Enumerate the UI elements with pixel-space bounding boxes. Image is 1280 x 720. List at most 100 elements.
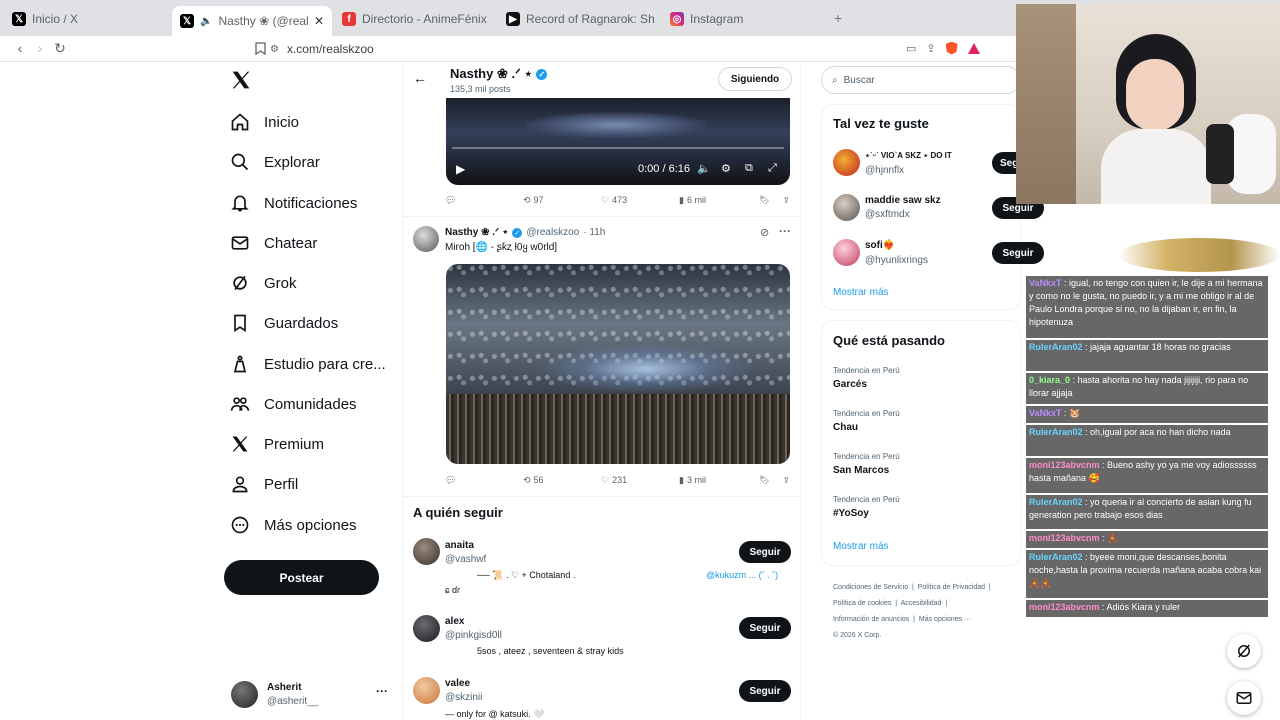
- avatar[interactable]: [413, 615, 440, 642]
- video-progress-bar[interactable]: [452, 147, 784, 149]
- avatar[interactable]: [833, 149, 860, 176]
- user-bio-mention[interactable]: @kukuzm ... (˘ . ˘): [706, 570, 778, 580]
- nav-item-guardados[interactable]: Guardados: [230, 308, 338, 338]
- user-handle[interactable]: @pinkgisd0ll: [445, 630, 502, 641]
- footer-link[interactable]: Política de Privacidad: [918, 584, 985, 591]
- share-icon[interactable]: ⇪: [926, 42, 935, 55]
- forward-arrow-icon[interactable]: ›: [32, 40, 48, 56]
- nav-item-grok[interactable]: Grok: [230, 268, 297, 298]
- chat-username: moni123abvcnm: [1029, 533, 1100, 543]
- user-name[interactable]: sofi❤️‍🔥: [865, 240, 895, 251]
- video-player[interactable]: ▶ 0:00 / 6:16 🔈 ⚙ ⧉ ⤢: [446, 98, 790, 185]
- browser-tab-1[interactable]: 𝕏 Inicio / X: [12, 8, 162, 30]
- reply-icon[interactable]: 💬︎: [445, 195, 523, 206]
- grok-float-button[interactable]: [1227, 634, 1261, 668]
- nav-item-estudio[interactable]: Estudio para cre...: [230, 349, 386, 379]
- footer-link[interactable]: Condiciones de Servicio: [833, 584, 908, 591]
- url-field[interactable]: ⚙ x.com/realskzoo: [270, 40, 990, 58]
- back-arrow-icon[interactable]: ←: [413, 70, 427, 86]
- trend-topic[interactable]: Chau: [833, 422, 858, 433]
- nav-item-notificaciones[interactable]: Notificaciones: [230, 188, 357, 218]
- nav-item-comunidades[interactable]: Comunidades: [230, 389, 357, 419]
- user-name[interactable]: anaita: [445, 540, 474, 551]
- retweet-button[interactable]: ⟲ 97: [523, 195, 601, 206]
- follow-button[interactable]: Seguir: [739, 541, 791, 563]
- views-button[interactable]: ▮ 3 mil: [679, 475, 757, 486]
- search-box[interactable]: ⌕ Buscar: [821, 66, 1021, 94]
- follow-button[interactable]: Seguir: [739, 680, 791, 702]
- nav-item-premium[interactable]: Premium: [230, 429, 324, 459]
- site-info-icon[interactable]: ⚙: [270, 44, 279, 55]
- bookmark-icon[interactable]: 🔖︎: [759, 475, 770, 486]
- settings-gear-icon[interactable]: ⚙: [721, 162, 731, 175]
- share-icon[interactable]: ⇪: [782, 475, 790, 486]
- user-handle[interactable]: @sxftmdx: [865, 209, 910, 220]
- user-handle[interactable]: @hjnnflx: [865, 165, 904, 176]
- post-author-handle[interactable]: @realskzoo: [526, 227, 579, 238]
- nav-item-explorar[interactable]: Explorar: [230, 147, 320, 177]
- avatar[interactable]: [833, 239, 860, 266]
- follow-button[interactable]: Seguir: [739, 617, 791, 639]
- nav-item-inicio[interactable]: Inicio: [230, 107, 299, 137]
- grok-icon[interactable]: ⊘: [760, 226, 769, 239]
- browser-tab-5[interactable]: ◎ Instagram: [670, 8, 820, 30]
- new-tab-button[interactable]: +: [834, 10, 842, 26]
- post-button[interactable]: Postear: [224, 560, 379, 595]
- reload-icon[interactable]: ↻: [52, 40, 68, 56]
- avatar[interactable]: [833, 194, 860, 221]
- bookmark-page-icon[interactable]: [252, 40, 268, 56]
- post-author-name[interactable]: Nasthy ❀ .ᐟ ⋆: [445, 227, 508, 238]
- back-arrow-icon[interactable]: ‹: [12, 40, 28, 56]
- footer-link[interactable]: Política de cookies: [833, 600, 891, 607]
- user-name[interactable]: ⋆˙ᵕ˙ VIO`A SKZ ⋆ DO IT: [865, 151, 952, 160]
- footer-link[interactable]: Accesibilidad: [901, 600, 942, 607]
- brave-rewards-icon[interactable]: [967, 42, 980, 54]
- user-handle[interactable]: @skzinii: [445, 692, 482, 703]
- concert-photo[interactable]: [446, 264, 790, 464]
- footer-links: Condiciones de Servicio | Política de Pr…: [833, 584, 991, 639]
- footer-link[interactable]: Información de anuncios: [833, 616, 909, 623]
- post-time[interactable]: · 11h: [583, 227, 605, 238]
- user-handle[interactable]: @vashwf: [445, 554, 486, 565]
- views-button[interactable]: ▮ 6 mil: [679, 195, 757, 206]
- brave-shield-icon[interactable]: [945, 41, 958, 55]
- more-dots-icon[interactable]: ···: [779, 224, 791, 238]
- retweet-button[interactable]: ⟲ 56: [523, 475, 601, 486]
- x-logo-icon[interactable]: [231, 70, 253, 92]
- bookmark-icon[interactable]: 🔖︎: [759, 195, 770, 206]
- account-switcher[interactable]: Asherit @asherit__ ···: [231, 681, 391, 709]
- trend-topic[interactable]: #YoSoy: [833, 508, 869, 519]
- avatar[interactable]: [413, 226, 439, 252]
- footer-link[interactable]: Más opciones ···: [919, 616, 971, 623]
- reply-icon[interactable]: 💬︎: [445, 475, 523, 486]
- browser-tab-3[interactable]: f Directorio - AnimeFénix: [342, 8, 492, 30]
- play-icon[interactable]: ▶: [456, 162, 465, 176]
- more-dots-icon[interactable]: ···: [376, 684, 388, 698]
- volume-icon[interactable]: 🔈: [697, 162, 711, 175]
- messages-float-button[interactable]: [1227, 681, 1261, 715]
- user-handle[interactable]: @hyunlixrings: [865, 255, 928, 266]
- share-icon[interactable]: ⇪: [782, 195, 790, 206]
- show-more-link[interactable]: Mostrar más: [833, 541, 889, 552]
- user-name[interactable]: valee: [445, 678, 470, 689]
- browser-tab-2-active[interactable]: 𝕏 🔈 Nasthy ❀ (@realskzoo) / X ✕: [172, 6, 332, 36]
- like-button[interactable]: ♡ 231: [601, 475, 679, 486]
- like-button[interactable]: ♡ 473: [601, 195, 679, 206]
- pip-icon[interactable]: ⧉: [745, 162, 753, 175]
- nav-item-mas-opciones[interactable]: Más opciones: [230, 510, 357, 540]
- nav-item-chatear[interactable]: Chatear: [230, 228, 317, 258]
- user-name[interactable]: maddie saw skz: [865, 195, 941, 206]
- avatar[interactable]: [413, 538, 440, 565]
- trend-topic[interactable]: Garcés: [833, 379, 867, 390]
- user-name[interactable]: alex: [445, 616, 464, 627]
- show-more-link[interactable]: Mostrar más: [833, 287, 889, 298]
- browser-tab-4[interactable]: ▶ Record of Ragnarok: Shuumatsu no: [506, 8, 654, 30]
- cast-icon[interactable]: ▭: [906, 42, 916, 55]
- following-button[interactable]: Siguiendo: [718, 67, 792, 91]
- fullscreen-icon[interactable]: ⤢: [768, 162, 777, 175]
- follow-button[interactable]: Seguir: [992, 242, 1044, 264]
- trend-topic[interactable]: San Marcos: [833, 465, 889, 476]
- nav-item-perfil[interactable]: Perfil: [230, 469, 298, 499]
- close-tab-icon[interactable]: ✕: [314, 14, 324, 28]
- avatar[interactable]: [413, 677, 440, 704]
